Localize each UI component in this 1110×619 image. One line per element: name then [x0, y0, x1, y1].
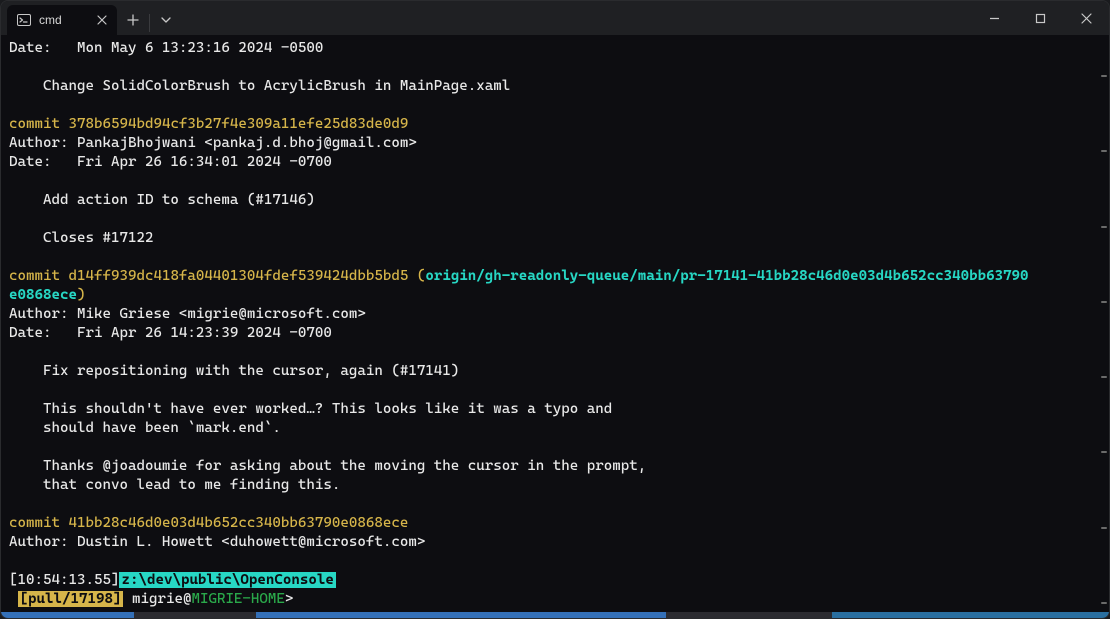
log-line: Date: Fri Apr 26 16:34:01 2024 -0700 — [9, 154, 332, 170]
log-line: Author: PankajBhojwani <pankaj.d.bhoj@gm… — [9, 135, 417, 151]
commit-ref: e0868ece — [9, 287, 77, 303]
maximize-button[interactable] — [1017, 1, 1063, 35]
cmd-icon — [17, 13, 31, 27]
log-line: Author: Mike Griese <migrie@microsoft.co… — [9, 306, 366, 322]
log-line: that convo lead to me finding this. — [9, 477, 340, 493]
log-line: Author: Dustin L. Howett <duhowett@micro… — [9, 534, 425, 550]
prompt-line-2[interactable]: [pull/17198] migrie@MIGRIE-HOME> — [9, 591, 293, 607]
titlebar: cmd — [1, 1, 1109, 35]
scroll-tick — [1101, 451, 1107, 453]
prompt-line-1: [10:54:13.55]z:\dev\public\OpenConsole — [9, 572, 336, 588]
prompt-branch: [pull/17198] — [18, 591, 124, 607]
taskbar-sliver — [1, 612, 1109, 618]
tab-close-button[interactable] — [93, 11, 111, 29]
scroll-tick — [1101, 527, 1107, 529]
scroll-tick — [1101, 75, 1107, 77]
commit-line: commit 378b6594bd94cf3b27f4e309a11efe25d… — [9, 116, 408, 132]
log-line: Date: Fri Apr 26 14:23:39 2024 -0700 — [9, 325, 332, 341]
tab-cmd[interactable]: cmd — [7, 5, 117, 35]
minimize-button[interactable] — [971, 1, 1017, 35]
scroll-tick — [1101, 376, 1107, 378]
log-line: This shouldn't have ever worked…? This l… — [9, 401, 612, 417]
new-tab-button[interactable] — [117, 5, 149, 35]
close-window-button[interactable] — [1063, 1, 1109, 35]
scroll-tick — [1101, 301, 1107, 303]
log-line: Change SolidColorBrush to AcrylicBrush i… — [9, 78, 510, 94]
scroll-tick — [1101, 150, 1107, 152]
scroll-tick — [1101, 226, 1107, 228]
log-line: Thanks @joadoumie for asking about the m… — [9, 458, 646, 474]
commit-line-wrap: e0868ece) — [9, 287, 85, 303]
log-line: Date: Mon May 6 13:23:16 2024 -0500 — [9, 40, 323, 56]
terminal-window: cmd Date: Mon May 6 13:23:16 2024 -050 — [0, 0, 1110, 619]
prompt-hostname: MIGRIE-HOME — [191, 591, 284, 607]
commit-line: commit d14ff939dc418fa04401304fdef539424… — [9, 268, 1029, 284]
terminal-viewport[interactable]: Date: Mon May 6 13:23:16 2024 -0500 Chan… — [1, 35, 1109, 612]
window-controls — [971, 1, 1109, 35]
prompt-path: z:\dev\public\OpenConsole — [119, 572, 335, 588]
log-line: Closes #17122 — [9, 230, 153, 246]
log-line: Fix repositioning with the cursor, again… — [9, 363, 459, 379]
scrollbar[interactable] — [1101, 75, 1107, 604]
tab-label: cmd — [39, 13, 62, 27]
commit-line: commit 41bb28c46d0e03d4b652cc340bb63790e… — [9, 515, 408, 531]
commit-ref: origin/gh-readonly-queue/main/pr-17141-4… — [425, 268, 1028, 284]
log-line: should have been `mark.end`. — [9, 420, 281, 436]
tab-dropdown-button[interactable] — [150, 5, 182, 35]
log-line: Add action ID to schema (#17146) — [9, 192, 315, 208]
scroll-tick — [1101, 602, 1107, 604]
